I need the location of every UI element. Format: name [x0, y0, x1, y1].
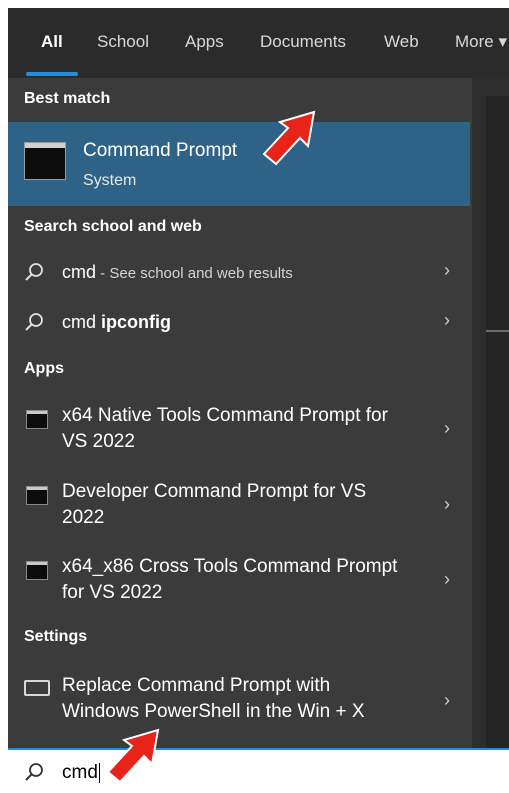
- search-icon: [25, 763, 43, 781]
- section-best-match: Best match: [24, 90, 111, 107]
- search-input-value: cmd: [62, 762, 98, 783]
- settings-display-icon: [24, 680, 50, 696]
- chevron-right-icon[interactable]: ›: [444, 690, 450, 711]
- chevron-right-icon[interactable]: ›: [444, 418, 450, 439]
- search-input[interactable]: cmd: [62, 762, 100, 784]
- settings-result-replace-command-prompt[interactable]: Replace Command Prompt with Windows Powe…: [8, 668, 470, 740]
- app-result-x64-native[interactable]: x64 Native Tools Command Prompt for VS 2…: [8, 398, 470, 468]
- web-result-cmd-ipconfig[interactable]: cmd ipconfig ›: [8, 298, 470, 346]
- tab-apps[interactable]: Apps: [185, 32, 224, 52]
- tab-all[interactable]: All: [41, 32, 63, 52]
- search-icon: [25, 313, 43, 331]
- preview-pane-content: [486, 96, 509, 748]
- web-result-query: cmd: [62, 262, 97, 282]
- best-match-result[interactable]: Command Prompt System: [8, 122, 470, 206]
- chevron-right-icon[interactable]: ›: [444, 569, 450, 590]
- web-result-suffix: - See school and web results: [96, 265, 293, 282]
- active-tab-indicator: [26, 72, 78, 76]
- app-result-label: x64_x86 Cross Tools Command Prompt for V…: [62, 556, 398, 603]
- best-match-subtitle: System: [83, 172, 137, 189]
- web-result-query-bold: ipconfig: [101, 312, 172, 332]
- chevron-right-icon[interactable]: ›: [444, 494, 450, 515]
- text-cursor: [98, 762, 100, 783]
- command-prompt-icon: [24, 142, 66, 180]
- console-app-icon: [26, 410, 48, 429]
- app-result-label: Developer Command Prompt for VS 2022: [62, 481, 367, 528]
- tab-documents[interactable]: Documents: [260, 32, 346, 52]
- tab-more[interactable]: More ▾: [455, 32, 507, 52]
- app-result-label: x64 Native Tools Command Prompt for VS 2…: [62, 405, 388, 452]
- search-bar[interactable]: cmd: [8, 748, 509, 793]
- preview-pane: [472, 78, 509, 748]
- web-result-cmd[interactable]: cmd - See school and web results ›: [8, 248, 470, 296]
- console-app-icon: [26, 561, 48, 580]
- section-search-school-web: Search school and web: [24, 218, 202, 235]
- start-search-panel: All School Apps Documents Web More ▾ Bes…: [8, 8, 509, 793]
- section-apps: Apps: [24, 360, 64, 377]
- search-icon: [25, 263, 43, 281]
- web-result-query-prefix: cmd: [62, 312, 102, 332]
- red-annotation-arrow-icon: [262, 110, 316, 166]
- settings-result-label: Replace Command Prompt with Windows Powe…: [62, 675, 365, 722]
- chevron-right-icon[interactable]: ›: [444, 260, 450, 281]
- preview-pane-divider: [486, 330, 509, 332]
- tab-school[interactable]: School: [97, 32, 149, 52]
- app-result-developer-command-prompt[interactable]: Developer Command Prompt for VS 2022 ›: [8, 474, 470, 544]
- red-annotation-arrow-icon: [106, 728, 160, 784]
- console-app-icon: [26, 486, 48, 505]
- best-match-title: Command Prompt: [83, 140, 238, 161]
- filter-tabs-bar: All School Apps Documents Web More ▾: [8, 8, 509, 78]
- chevron-right-icon[interactable]: ›: [444, 310, 450, 331]
- section-settings: Settings: [24, 628, 88, 645]
- tab-web[interactable]: Web: [384, 32, 419, 52]
- results-list: Best match Command Prompt System Search …: [8, 78, 470, 748]
- app-result-x64-x86-cross[interactable]: x64_x86 Cross Tools Command Prompt for V…: [8, 549, 470, 619]
